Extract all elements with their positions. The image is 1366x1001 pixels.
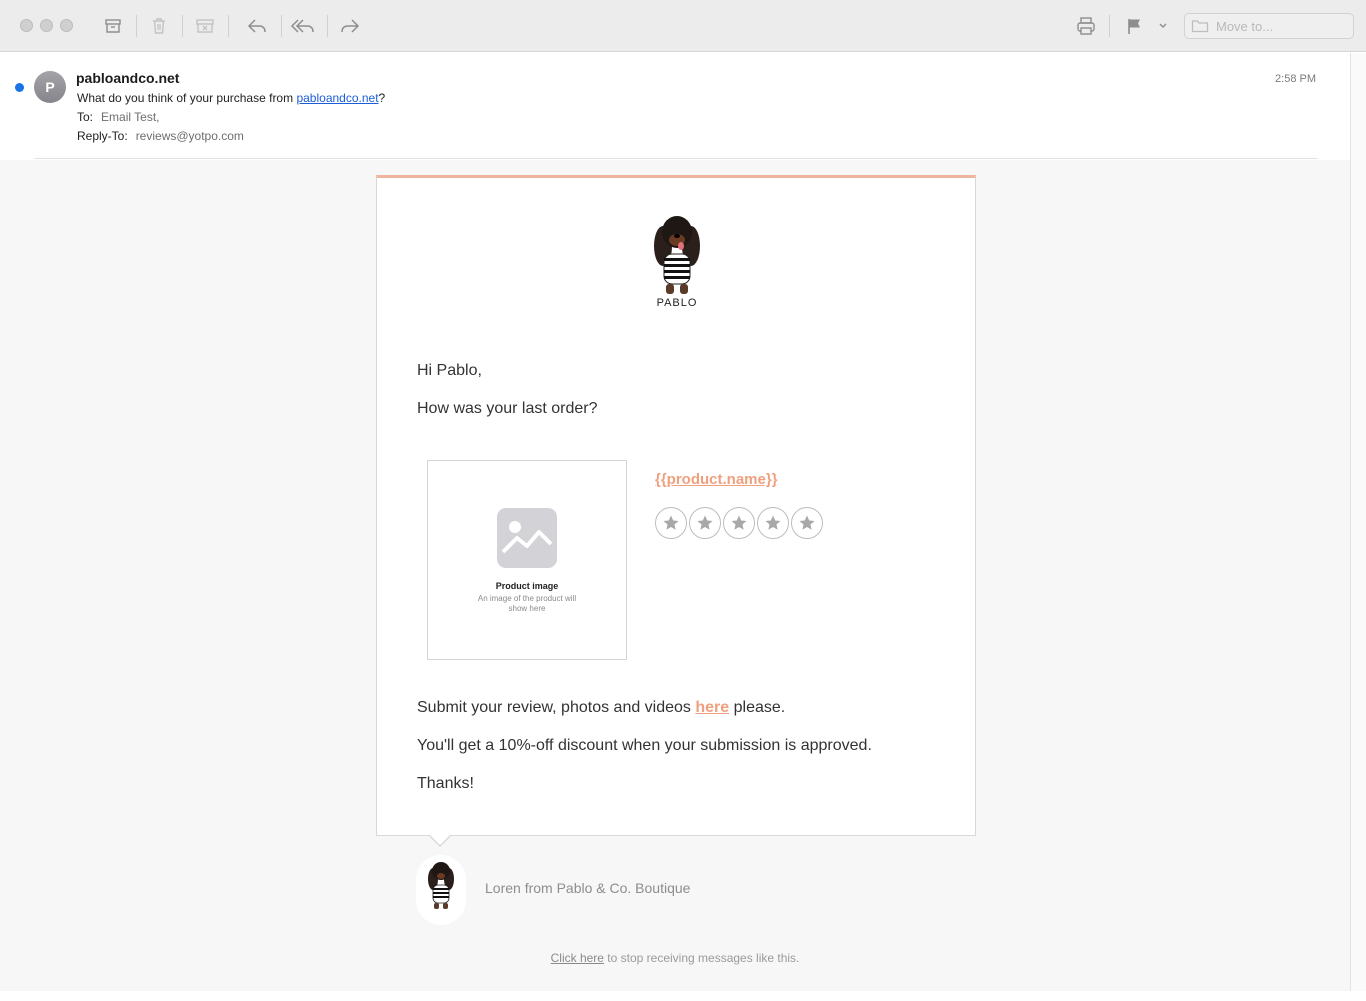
submit-suffix: please. xyxy=(729,699,786,716)
message-header: P pabloandco.net What do you think of yo… xyxy=(0,53,1350,160)
submit-prefix: Submit your review, photos and videos xyxy=(417,699,696,716)
trash-icon xyxy=(153,18,165,34)
product-image-title: Product image xyxy=(495,581,559,591)
product-image-placeholder[interactable]: Product image An image of the product wi… xyxy=(427,460,627,660)
dog-avatar-icon xyxy=(428,862,454,909)
archive-icon xyxy=(105,19,121,33)
header-divider xyxy=(34,158,1318,159)
image-placeholder-icon xyxy=(497,508,557,568)
print-button[interactable] xyxy=(1073,14,1099,38)
star-rating-1[interactable] xyxy=(655,507,687,539)
flag-menu-button[interactable] xyxy=(1151,14,1175,38)
star-icon xyxy=(765,515,781,530)
reply-to-row: Reply-To: reviews@yotpo.com xyxy=(77,129,244,143)
unsubscribe-line: Click here to stop receiving messages li… xyxy=(0,951,1350,965)
message-time: 2:58 PM xyxy=(1275,73,1316,85)
printer-icon xyxy=(1077,17,1095,35)
dog-logo-icon xyxy=(654,216,700,294)
junk-button[interactable] xyxy=(192,14,218,38)
greeting: Hi Pablo, xyxy=(417,362,482,379)
signature-avatar xyxy=(416,855,466,925)
flag-button[interactable] xyxy=(1121,14,1147,38)
submit-review-link[interactable]: here xyxy=(695,699,729,716)
sender-name[interactable]: pabloandco.net xyxy=(76,70,179,86)
minimize-window-button[interactable] xyxy=(40,19,53,32)
question: How was your last order? xyxy=(417,400,598,417)
subject-link[interactable]: pabloandco.net xyxy=(296,91,378,105)
zoom-window-button[interactable] xyxy=(60,19,73,32)
message-body: PABLO Hi Pablo, How was your last order?… xyxy=(0,160,1350,991)
unread-indicator xyxy=(15,83,24,92)
unsubscribe-text: to stop receiving messages like this. xyxy=(603,951,800,965)
star-rating-3[interactable] xyxy=(723,507,755,539)
product-name-link[interactable]: {{product.name}} xyxy=(655,471,778,488)
product-image-description: An image of the product will show here xyxy=(477,594,577,613)
toolbar: Move to... xyxy=(0,0,1366,52)
logo-text: PABLO xyxy=(656,297,698,309)
star-icon xyxy=(799,515,815,530)
flag-icon xyxy=(1128,19,1140,34)
close-window-button[interactable] xyxy=(20,19,33,32)
star-rating xyxy=(655,507,823,539)
reply-all-icon xyxy=(290,19,314,33)
move-to-mailbox-field[interactable]: Move to... xyxy=(1184,13,1354,39)
chevron-down-icon xyxy=(1159,23,1167,28)
sender-avatar: P xyxy=(34,71,66,103)
reply-to-address[interactable]: reviews@yotpo.com xyxy=(136,129,244,143)
trash-button[interactable] xyxy=(146,14,172,38)
to-row: To: Email Test, xyxy=(77,110,159,124)
subject-suffix: ? xyxy=(378,91,386,105)
forward-icon xyxy=(341,19,360,33)
discount-text: You'll get a 10%-off discount when your … xyxy=(417,737,872,754)
scrollbar[interactable] xyxy=(1350,53,1366,991)
folder-icon xyxy=(1191,20,1209,33)
subject-prefix: What do you think of your purchase from xyxy=(77,91,297,105)
reply-to-label: Reply-To: xyxy=(77,129,128,143)
to-recipient[interactable]: Email Test, xyxy=(101,110,159,124)
signature-text: Loren from Pablo & Co. Boutique xyxy=(485,880,691,896)
submit-review-text: Submit your review, photos and videos he… xyxy=(417,699,785,717)
move-to-placeholder: Move to... xyxy=(1216,18,1274,34)
reply-all-button[interactable] xyxy=(290,14,316,38)
archive-button[interactable] xyxy=(100,14,126,38)
thanks-text: Thanks! xyxy=(417,775,474,792)
reply-button[interactable] xyxy=(244,14,270,38)
forward-button[interactable] xyxy=(337,14,363,38)
star-rating-4[interactable] xyxy=(757,507,789,539)
star-rating-5[interactable] xyxy=(791,507,823,539)
speech-pointer-fill xyxy=(429,834,451,845)
unsubscribe-link[interactable]: Click here xyxy=(551,951,604,965)
to-label: To: xyxy=(77,110,94,124)
brand-logo: PABLO xyxy=(637,206,717,321)
star-icon xyxy=(697,515,713,530)
star-icon xyxy=(663,515,679,530)
reply-icon xyxy=(247,19,266,33)
subject-line: What do you think of your purchase from … xyxy=(77,91,385,105)
star-rating-2[interactable] xyxy=(689,507,721,539)
star-icon xyxy=(731,515,747,530)
junk-icon xyxy=(196,19,214,33)
email-card: PABLO Hi Pablo, How was your last order?… xyxy=(376,175,976,836)
